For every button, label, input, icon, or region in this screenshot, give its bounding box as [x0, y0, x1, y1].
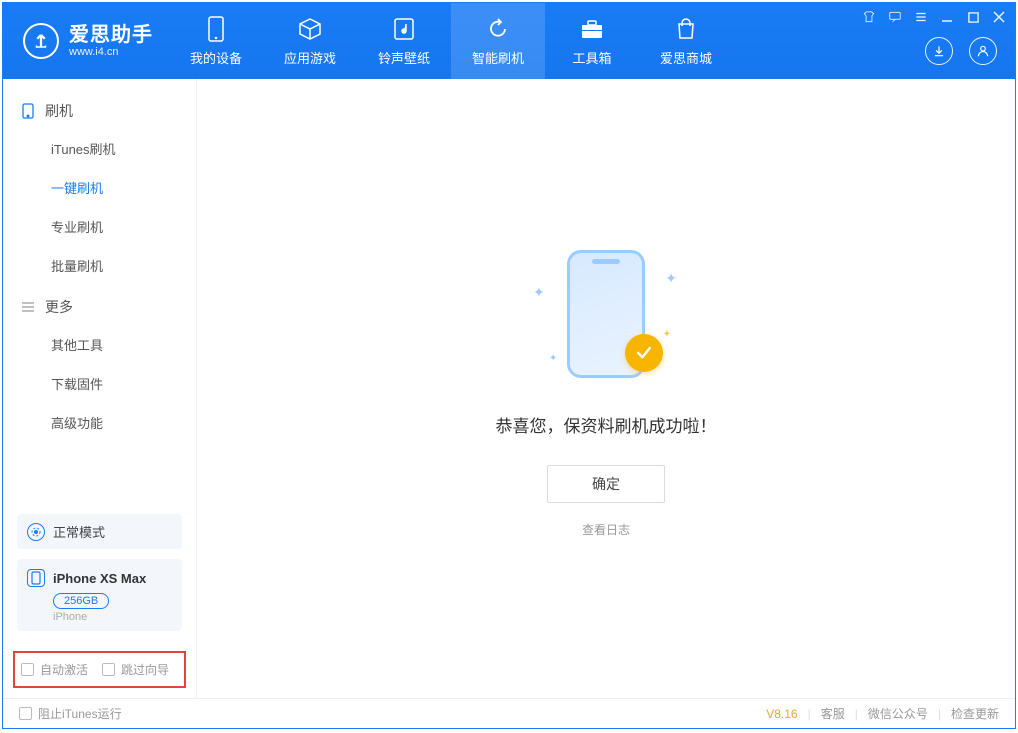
nav-tab-ringtone-wallpaper[interactable]: 铃声壁纸	[357, 3, 451, 79]
nav-tab-label: 工具箱	[572, 48, 611, 67]
close-button[interactable]	[991, 9, 1007, 25]
sidebar-item-oneclick-flash[interactable]: 一键刷机	[3, 168, 196, 207]
ok-button[interactable]: 确定	[547, 465, 665, 503]
sidebar-item-pro-flash[interactable]: 专业刷机	[3, 207, 196, 246]
shop-icon	[673, 16, 699, 42]
sidebar-item-itunes-flash[interactable]: iTunes刷机	[3, 129, 196, 168]
app-subtitle: www.i4.cn	[69, 46, 153, 58]
sidebar: 刷机 iTunes刷机 一键刷机 专业刷机 批量刷机 更多 其他工具 下载固件 …	[3, 79, 197, 698]
nav-tab-smart-flash[interactable]: 智能刷机	[451, 3, 545, 79]
bottom-checks-highlight: 自动激活 跳过向导	[13, 651, 186, 688]
view-log-link[interactable]: 查看日志	[582, 521, 630, 538]
footer: 阻止iTunes运行 V8.16 | 客服 | 微信公众号 | 检查更新	[3, 698, 1015, 728]
device-type-label: iPhone	[53, 611, 172, 623]
checkbox-icon	[19, 707, 32, 720]
checkbox-label: 跳过向导	[121, 661, 169, 678]
download-button[interactable]	[925, 37, 953, 65]
nav-tab-label: 爱思商城	[660, 48, 712, 67]
music-icon	[391, 16, 417, 42]
sidebar-section-more: 更多	[3, 285, 196, 325]
app-title: 爱思助手	[69, 24, 153, 46]
nav-tab-label: 铃声壁纸	[378, 48, 430, 67]
footer-link-wechat[interactable]: 微信公众号	[868, 705, 928, 722]
header-right-icons	[925, 37, 997, 65]
device-capacity-badge: 256GB	[53, 593, 109, 609]
window-controls	[861, 9, 1007, 25]
main-content: ✦ ✦ ✦ ✦ 恭喜您，保资料刷机成功啦！ 确定 查看日志	[197, 79, 1015, 698]
toolbox-icon	[579, 16, 605, 42]
checkbox-block-itunes[interactable]: 阻止iTunes运行	[19, 705, 122, 722]
account-button[interactable]	[969, 37, 997, 65]
minimize-button[interactable]	[939, 9, 955, 25]
nav-tabs: 我的设备 应用游戏 铃声壁纸 智能刷机 工具箱 爱思商城	[169, 3, 733, 79]
device-mode-label: 正常模式	[53, 522, 105, 541]
device-panel: 正常模式 iPhone XS Max 256GB iPhone	[3, 502, 196, 643]
footer-link-support[interactable]: 客服	[821, 705, 845, 722]
mode-icon	[27, 523, 45, 541]
sidebar-section-label: 更多	[45, 297, 73, 317]
cube-icon	[297, 16, 323, 42]
success-illustration: ✦ ✦ ✦ ✦	[521, 240, 691, 390]
version-label: V8.16	[766, 707, 797, 721]
logo-area: 爱思助手 www.i4.cn	[3, 23, 169, 59]
sidebar-item-download-firmware[interactable]: 下载固件	[3, 364, 196, 403]
sidebar-scroll: 刷机 iTunes刷机 一键刷机 专业刷机 批量刷机 更多 其他工具 下载固件 …	[3, 79, 196, 502]
checkbox-icon	[21, 663, 34, 676]
separator: |	[938, 707, 941, 721]
sparkle-icon: ✦	[665, 270, 677, 287]
nav-tab-my-device[interactable]: 我的设备	[169, 3, 263, 79]
sparkle-icon: ✦	[549, 353, 557, 364]
checkbox-label: 自动激活	[40, 661, 88, 678]
nav-tab-shop[interactable]: 爱思商城	[639, 3, 733, 79]
footer-link-update[interactable]: 检查更新	[951, 705, 999, 722]
app-window: 爱思助手 www.i4.cn 我的设备 应用游戏 铃声壁纸 智能刷机	[2, 2, 1016, 729]
nav-tab-apps-games[interactable]: 应用游戏	[263, 3, 357, 79]
success-check-icon	[625, 334, 663, 372]
device-mode[interactable]: 正常模式	[17, 514, 182, 549]
refresh-icon	[485, 16, 511, 42]
sidebar-item-advanced[interactable]: 高级功能	[3, 403, 196, 442]
maximize-button[interactable]	[965, 9, 981, 25]
sidebar-item-batch-flash[interactable]: 批量刷机	[3, 246, 196, 285]
device-info[interactable]: iPhone XS Max 256GB iPhone	[17, 559, 182, 631]
logo-text: 爱思助手 www.i4.cn	[69, 24, 153, 58]
checkbox-label: 阻止iTunes运行	[38, 705, 122, 722]
sidebar-section-label: 刷机	[45, 101, 73, 121]
menu-icon	[21, 300, 35, 314]
footer-right: V8.16 | 客服 | 微信公众号 | 检查更新	[766, 705, 999, 722]
checkbox-icon	[102, 663, 115, 676]
skin-icon[interactable]	[861, 9, 877, 25]
device-name-label: iPhone XS Max	[53, 571, 146, 586]
phone-icon	[21, 104, 35, 118]
body: 刷机 iTunes刷机 一键刷机 专业刷机 批量刷机 更多 其他工具 下载固件 …	[3, 79, 1015, 698]
nav-tab-label: 智能刷机	[472, 48, 524, 67]
feedback-icon[interactable]	[887, 9, 903, 25]
sparkle-icon: ✦	[663, 329, 671, 340]
checkbox-auto-activate[interactable]: 自动激活	[21, 661, 88, 678]
menu-icon[interactable]	[913, 9, 929, 25]
sidebar-item-other-tools[interactable]: 其他工具	[3, 325, 196, 364]
success-message: 恭喜您，保资料刷机成功啦！	[496, 412, 717, 437]
separator: |	[855, 707, 858, 721]
sidebar-section-flash: 刷机	[3, 89, 196, 129]
checkbox-skip-guide[interactable]: 跳过向导	[102, 661, 169, 678]
header: 爱思助手 www.i4.cn 我的设备 应用游戏 铃声壁纸 智能刷机	[3, 3, 1015, 79]
device-icon	[27, 569, 45, 587]
separator: |	[808, 707, 811, 721]
nav-tab-label: 我的设备	[190, 48, 242, 67]
device-icon	[203, 16, 229, 42]
sparkle-icon: ✦	[533, 284, 545, 301]
logo-icon	[23, 23, 59, 59]
nav-tab-label: 应用游戏	[284, 48, 336, 67]
footer-left: 阻止iTunes运行	[19, 705, 122, 722]
nav-tab-toolbox[interactable]: 工具箱	[545, 3, 639, 79]
